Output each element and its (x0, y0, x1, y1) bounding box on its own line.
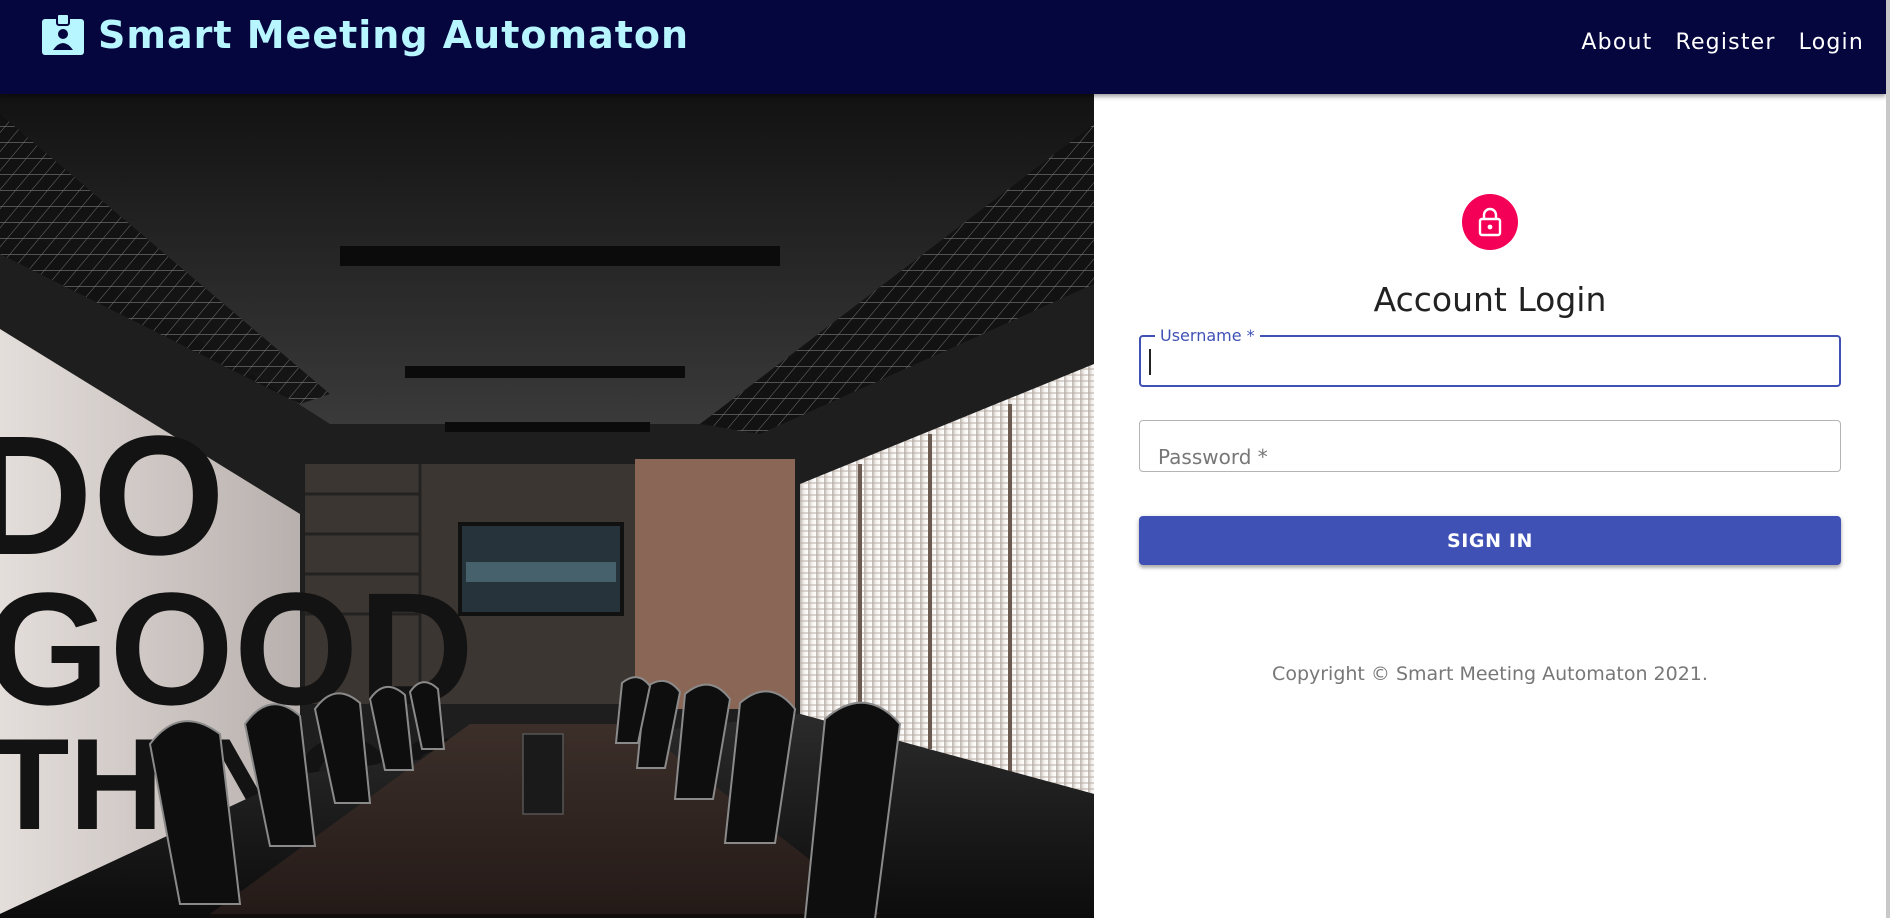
nav-login-link[interactable]: Login (1799, 28, 1864, 57)
badge-icon (42, 13, 84, 55)
conference-room-photo: DO GOOD THINGS (0, 94, 1094, 918)
nav-about-link[interactable]: About (1581, 28, 1652, 57)
password-input[interactable] (1140, 421, 1840, 471)
conference-room-image: DO GOOD THINGS (0, 94, 1094, 918)
top-nav: About Register Login (1581, 28, 1864, 57)
nav-register-link[interactable]: Register (1675, 28, 1775, 57)
password-field[interactable]: Password * (1139, 420, 1841, 472)
username-field[interactable]: Username * (1139, 326, 1841, 387)
lock-icon (1478, 207, 1502, 237)
login-panel: Account Login Username * Password * SIGN… (1094, 94, 1886, 918)
copyright-text: Copyright © Smart Meeting Automaton 2021… (1272, 663, 1708, 685)
page-scrollbar[interactable] (1886, 0, 1890, 918)
login-title: Account Login (1373, 280, 1607, 320)
text-caret (1149, 349, 1151, 375)
app-bar: Smart Meeting Automaton About Register L… (0, 0, 1886, 94)
sign-in-button[interactable]: SIGN IN (1139, 516, 1841, 565)
app-title: Smart Meeting Automaton (98, 13, 690, 57)
lock-avatar (1462, 194, 1518, 250)
username-input[interactable] (1141, 337, 1839, 385)
brand[interactable]: Smart Meeting Automaton (40, 12, 689, 58)
